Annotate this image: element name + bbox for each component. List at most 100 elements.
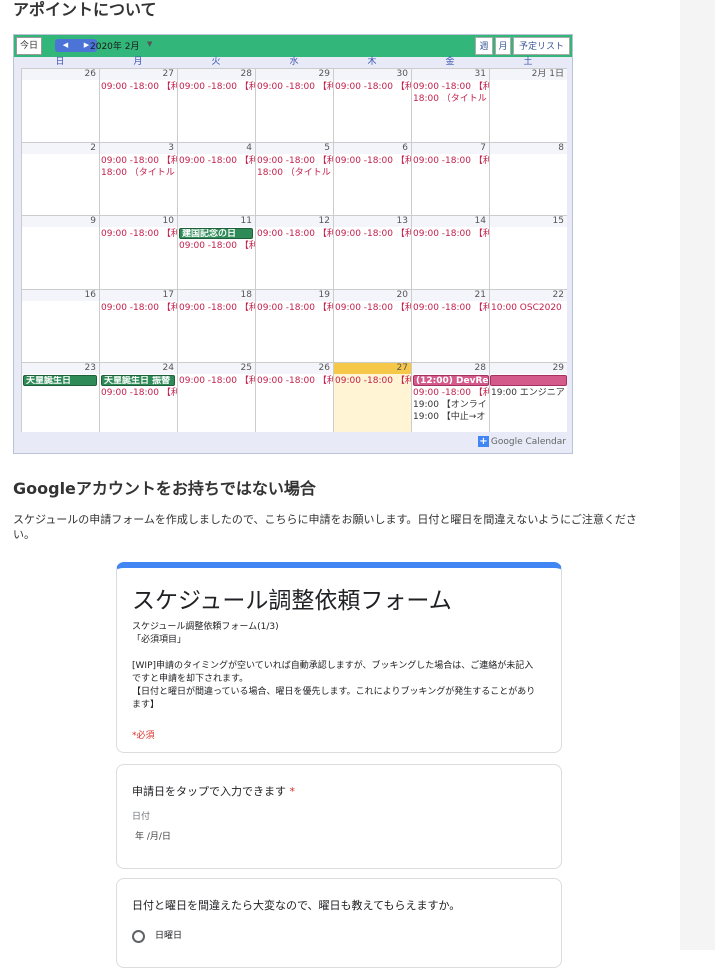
calendar-day-cell[interactable]: 25 09:00 -18:00 【利 <box>177 362 255 432</box>
calendar-footer: + Google Calendar <box>14 432 572 453</box>
month-label[interactable]: 2020年 2月 <box>90 39 140 52</box>
calendar-event[interactable]: 09:00 -18:00 【利 <box>257 375 333 387</box>
month-dropdown-icon[interactable]: ▼ <box>147 40 152 48</box>
calendar-event[interactable]: 09:00 -18:00 【利 <box>179 155 255 167</box>
calendar-event[interactable]: 09:00 -18:00 【利 <box>257 228 333 240</box>
tab-month[interactable]: 月 <box>495 37 511 55</box>
calendar-event[interactable]: 18:00 （タイトル <box>257 167 331 179</box>
calendar-day-cell[interactable]: 22 10:00 OSC2020 <box>489 289 567 362</box>
calendar-day-cell[interactable]: 27 09:00 -18:00 【利 <box>333 362 411 432</box>
date-number: 7 <box>480 143 486 153</box>
calendar-day-cell[interactable]: 21 09:00 -18:00 【利 <box>411 289 489 362</box>
calendar-event[interactable]: 09:00 -18:00 【利 <box>335 228 411 240</box>
calendar-day-cell[interactable]: 2 <box>21 142 99 215</box>
calendar-day-cell[interactable]: 23 天皇誕生日 <box>21 362 99 432</box>
calendar-event[interactable]: 09:00 -18:00 【利 <box>413 81 489 93</box>
calendar-day-cell[interactable]: 17 09:00 -18:00 【利 <box>99 289 177 362</box>
calendar-day-cell[interactable]: 20 09:00 -18:00 【利 <box>333 289 411 362</box>
calendar-event[interactable]: 09:00 -18:00 【利 <box>335 375 411 387</box>
calendar-event[interactable]: 09:00 -18:00 【利 <box>257 302 333 314</box>
calendar-day-cell[interactable]: 3 09:00 -18:00 【利 18:00 （タイトル <box>99 142 177 215</box>
calendar-day-cell[interactable]: 8 <box>489 142 567 215</box>
calendar-day-cell[interactable]: 26 09:00 -18:00 【利 <box>255 362 333 432</box>
today-button[interactable]: 今日 <box>16 37 43 55</box>
calendar-day-cell[interactable]: 9 <box>21 215 99 289</box>
calendar-event[interactable]: 09:00 -18:00 【利 <box>413 387 489 399</box>
form-desc-line: スケジュール調整依頼フォーム(1/3) <box>132 622 279 632</box>
calendar-event[interactable]: 19:00 【オンライ <box>413 399 487 411</box>
calendar-event[interactable]: 19:00 【中止→オ <box>413 411 485 423</box>
calendar-event[interactable]: 09:00 -18:00 【利 <box>101 387 177 399</box>
calendar-day-cell[interactable]: 5 09:00 -18:00 【利 18:00 （タイトル <box>255 142 333 215</box>
calendar-event[interactable]: (12:00) DevRelCon(会場：海浜 <box>413 375 489 386</box>
calendar-event[interactable]: 09:00 -18:00 【利 <box>101 81 177 93</box>
calendar-day-cell[interactable]: 15 <box>489 215 567 289</box>
calendar-event[interactable]: 09:00 -18:00 【利 <box>413 302 489 314</box>
calendar-day-cell[interactable]: 4 09:00 -18:00 【利 <box>177 142 255 215</box>
date-number: 19 <box>318 290 330 300</box>
calendar-day-cell[interactable]: 11 建国記念の日 09:00 -18:00 【利 <box>177 215 255 289</box>
calendar-day-cell[interactable]: 29 19:00 エンジニア <box>489 362 567 432</box>
calendar-event[interactable]: 09:00 -18:00 【利 <box>179 240 255 252</box>
calendar-day-cell[interactable]: 14 09:00 -18:00 【利 <box>411 215 489 289</box>
calendar-day-cell[interactable]: 31 09:00 -18:00 【利 18:00 （タイトル <box>411 68 489 142</box>
calendar-day-cell[interactable]: 29 09:00 -18:00 【利 <box>255 68 333 142</box>
calendar-event[interactable]: 天皇誕生日 振替 <box>101 375 175 386</box>
calendar-day-cell[interactable]: 13 09:00 -18:00 【利 <box>333 215 411 289</box>
tab-week[interactable]: 週 <box>475 37 493 55</box>
calendar-event[interactable]: 天皇誕生日 <box>23 375 97 386</box>
radio-sunday[interactable] <box>132 930 145 943</box>
calendar-event[interactable]: 09:00 -18:00 【利 <box>413 155 489 167</box>
calendar-event[interactable]: 09:00 -18:00 【利 <box>257 81 333 93</box>
calendar-day-cell[interactable]: 7 09:00 -18:00 【利 <box>411 142 489 215</box>
calendar-event[interactable]: 09:00 -18:00 【利 <box>101 228 177 240</box>
calendar-day-cell[interactable]: 10 09:00 -18:00 【利 <box>99 215 177 289</box>
form-desc-line: 【日付と曜日が間違っている場合、曜日を優先します。これによりブッキングが発生する… <box>132 687 536 710</box>
tab-agenda[interactable]: 予定リスト <box>513 37 570 55</box>
calendar-day-cell[interactable]: 27 09:00 -18:00 【利 <box>99 68 177 142</box>
add-calendar-icon[interactable]: + <box>477 436 489 447</box>
calendar-day-cell[interactable]: 19 09:00 -18:00 【利 <box>255 289 333 362</box>
calendar-event[interactable]: 18:00 （タイトル <box>413 93 487 105</box>
google-calendar-logo[interactable]: + Google Calendar <box>477 436 566 447</box>
date-number-bar <box>178 143 255 154</box>
calendar-event[interactable]: 09:00 -18:00 【利 <box>179 302 255 314</box>
date-number: 24 <box>162 363 174 373</box>
calendar-day-cell[interactable]: 18 09:00 -18:00 【利 <box>177 289 255 362</box>
calendar-day-cell[interactable]: 6 09:00 -18:00 【利 <box>333 142 411 215</box>
date-number: 18 <box>240 290 252 300</box>
calendar-event[interactable]: 09:00 -18:00 【利 <box>335 155 411 167</box>
date-number: 4 <box>246 143 252 153</box>
prev-month-icon[interactable]: ◀ <box>55 39 76 52</box>
calendar-event[interactable]: 09:00 -18:00 【利 <box>413 228 489 240</box>
calendar-day-cell[interactable]: 26 <box>21 68 99 142</box>
right-gutter <box>680 0 715 950</box>
calendar-event[interactable]: 09:00 -18:00 【利 <box>335 302 411 314</box>
calendar-event[interactable]: 09:00 -18:00 【利 <box>179 375 255 387</box>
calendar-event[interactable]: 09:00 -18:00 【利 <box>179 81 255 93</box>
calendar-day-cell[interactable]: 12 09:00 -18:00 【利 <box>255 215 333 289</box>
calendar-day-cell[interactable]: 16 <box>21 289 99 362</box>
date-number: 13 <box>396 216 408 226</box>
radio-sunday-label[interactable]: 日曜日 <box>155 930 182 943</box>
calendar-event[interactable]: 09:00 -18:00 【利 <box>335 81 411 93</box>
calendar-event[interactable]: 10:00 OSC2020 <box>491 302 562 314</box>
date-input[interactable]: 年 /月/日 <box>135 829 171 842</box>
calendar-event[interactable]: 09:00 -18:00 【利 <box>101 302 177 314</box>
date-number: 3 <box>168 143 174 153</box>
calendar-event-continuation[interactable] <box>490 375 567 386</box>
calendar-event[interactable]: 18:00 （タイトル <box>101 167 175 179</box>
date-number: 29 <box>552 363 564 373</box>
calendar-event[interactable]: 19:00 エンジニア <box>491 387 565 399</box>
calendar-event[interactable]: 09:00 -18:00 【利 <box>257 155 333 167</box>
calendar-day-cell[interactable]: 24 天皇誕生日 振替 09:00 -18:00 【利 <box>99 362 177 432</box>
calendar-day-cell[interactable]: 2月 1日 <box>489 68 567 142</box>
calendar-event[interactable]: 建国記念の日 <box>179 228 253 239</box>
google-calendar-logo-text: Google Calendar <box>490 437 566 447</box>
calendar-day-cell[interactable]: 30 09:00 -18:00 【利 <box>333 68 411 142</box>
calendar-event[interactable]: 09:00 -18:00 【利 <box>101 155 177 167</box>
required-note: *必須 <box>132 731 155 741</box>
date-number: 30 <box>396 69 408 79</box>
calendar-day-cell[interactable]: 28 (12:00) DevRelCon(会場：海浜09:00 -18:00 【利… <box>411 362 489 432</box>
calendar-day-cell[interactable]: 28 09:00 -18:00 【利 <box>177 68 255 142</box>
